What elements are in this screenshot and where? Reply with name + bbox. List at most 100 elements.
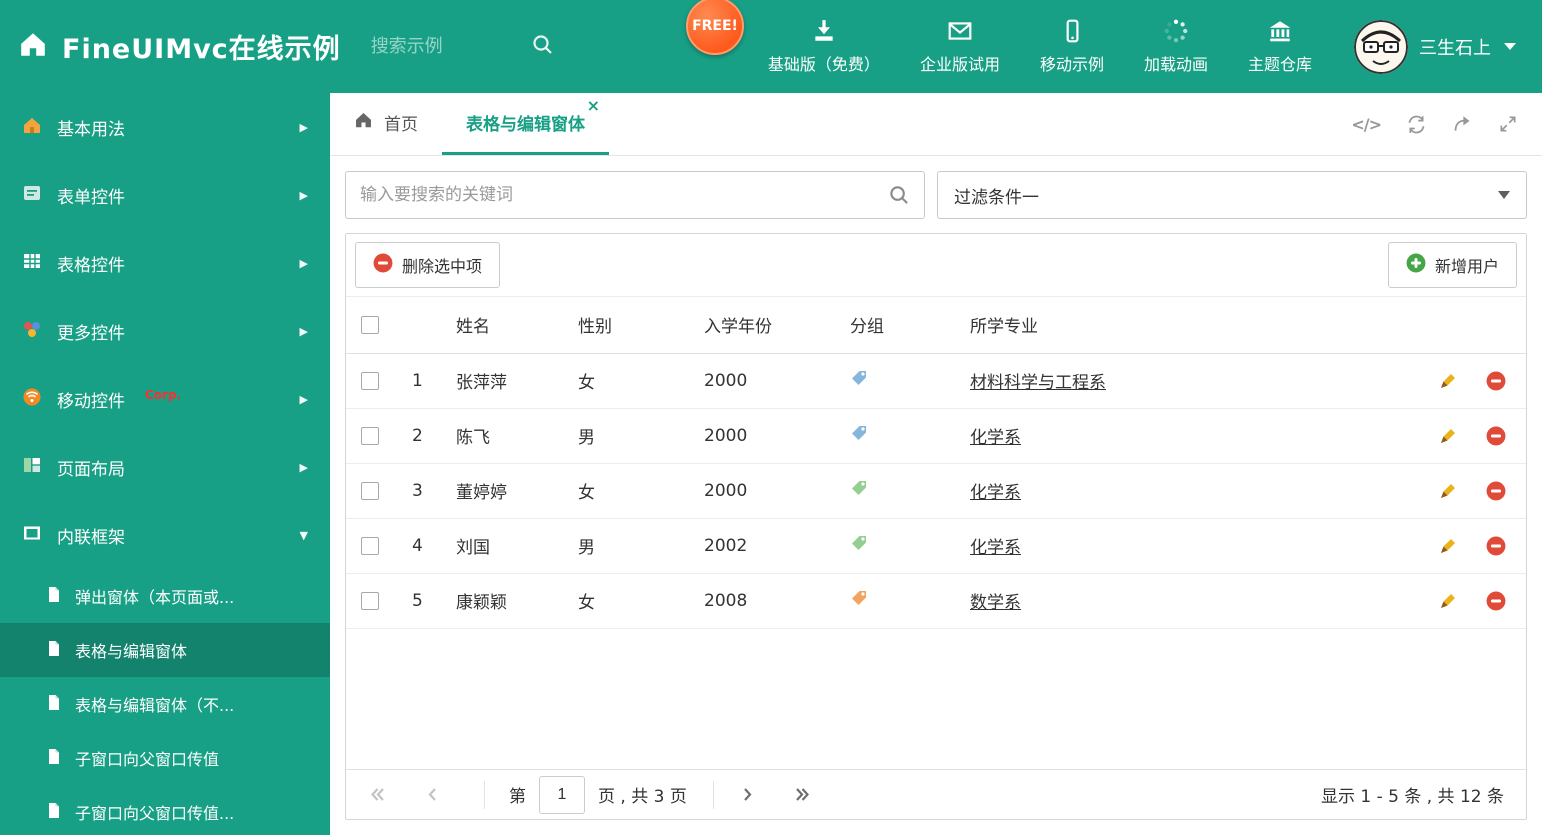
close-icon[interactable]: ×	[587, 98, 600, 114]
first-page-button[interactable]	[368, 785, 387, 804]
top-header: FineUIMvc在线示例 FREE! 基础版（免费） 企业版试用	[0, 0, 1542, 93]
row-checkbox[interactable]	[361, 371, 379, 390]
major-link[interactable]: 化学系	[970, 428, 1021, 448]
tag-icon	[850, 481, 868, 502]
search-icon[interactable]	[875, 184, 924, 207]
row-checkbox[interactable]	[361, 481, 379, 500]
chevron-right-icon: ▶	[299, 392, 308, 406]
row-name: 刘国	[442, 518, 564, 574]
sidebar: 基本用法 ▶ 表单控件 ▶ 表格控件 ▶ 更多控件 ▶ 移动控件 Corp. ▶…	[0, 93, 330, 835]
sidebar-subitem-child-to-parent[interactable]: 子窗口向父窗口传值	[0, 731, 330, 785]
sidebar-item-page-layout[interactable]: 页面布局 ▶	[0, 433, 330, 501]
sidebar-subitem-popup-window[interactable]: 弹出窗体（本页面或...	[0, 569, 330, 623]
row-year: 2000	[690, 463, 836, 519]
major-link[interactable]: 化学系	[970, 483, 1021, 503]
edit-pencil-icon[interactable]	[1438, 536, 1458, 556]
delete-row-icon[interactable]	[1486, 536, 1506, 556]
caret-down-icon	[1504, 43, 1516, 50]
column-header-actions	[1414, 297, 1526, 354]
edit-pencil-icon[interactable]	[1438, 426, 1458, 446]
nav-item-mobile-demo[interactable]: 移动示例	[1040, 18, 1104, 75]
search-icon[interactable]	[531, 33, 555, 61]
sidebar-item-grid-controls[interactable]: 表格控件 ▶	[0, 229, 330, 297]
sidebar-item-label: 页面布局	[57, 459, 125, 480]
select-all-checkbox[interactable]	[361, 315, 379, 334]
brand[interactable]: FineUIMvc在线示例	[0, 27, 341, 66]
filter-row: 过滤条件一	[345, 171, 1527, 219]
sidebar-item-form-controls[interactable]: 表单控件 ▶	[0, 161, 330, 229]
nav-label: 移动示例	[1039, 55, 1104, 74]
expand-icon[interactable]	[1498, 114, 1518, 134]
tab-home[interactable]: 首页	[330, 93, 442, 155]
filter-dropdown[interactable]: 过滤条件一	[937, 171, 1527, 219]
mobile-icon	[1059, 18, 1085, 44]
sidebar-item-basic-usage[interactable]: 基本用法 ▶	[0, 93, 330, 161]
sidebar-subitem-label: 子窗口向父窗口传值...	[75, 804, 235, 823]
avatar	[1354, 19, 1408, 74]
sidebar-item-label: 表单控件	[57, 187, 125, 208]
edit-pencil-icon[interactable]	[1438, 591, 1458, 611]
major-link[interactable]: 化学系	[970, 538, 1021, 558]
nav-item-enterprise-trial[interactable]: 企业版试用	[920, 18, 1000, 75]
row-year: 2008	[690, 573, 836, 629]
add-user-button[interactable]: 新增用户	[1387, 242, 1517, 288]
sidebar-subitem-grid-edit-window[interactable]: 表格与编辑窗体	[0, 623, 330, 677]
row-gender: 男	[564, 408, 690, 464]
last-page-button[interactable]	[793, 785, 812, 804]
sidebar-item-more-controls[interactable]: 更多控件 ▶	[0, 297, 330, 365]
tag-icon	[850, 536, 868, 557]
column-header-gender: 性别	[564, 297, 690, 354]
corp-badge: Corp.	[145, 388, 182, 402]
sidebar-item-mobile-controls[interactable]: 移动控件 Corp. ▶	[0, 365, 330, 433]
nav-item-basic-edition[interactable]: 基础版（免费）	[768, 18, 880, 75]
delete-row-icon[interactable]	[1486, 371, 1506, 391]
home-icon	[18, 30, 48, 64]
grid-panel: 删除选中项 新增用户 姓名 性别 入学年份 分组 所学专业 1 张萍萍 女 20…	[345, 233, 1527, 820]
refresh-icon[interactable]	[1406, 114, 1427, 135]
form-controls-icon	[22, 183, 42, 208]
sidebar-item-label: 移动控件	[57, 391, 125, 412]
prev-page-button[interactable]	[423, 785, 442, 804]
page-number-input[interactable]	[539, 775, 585, 814]
delete-row-icon[interactable]	[1486, 426, 1506, 446]
delete-selected-button[interactable]: 删除选中项	[355, 242, 501, 288]
users-table: 姓名 性别 入学年份 分组 所学专业 1 张萍萍 女 2000 材料科学与工程系…	[346, 297, 1526, 629]
row-year: 2000	[690, 353, 836, 409]
chevron-right-icon: ▶	[299, 120, 308, 134]
sidebar-subitem-grid-edit-window-2[interactable]: 表格与编辑窗体（不...	[0, 677, 330, 731]
nav-item-theme-store[interactable]: 主题仓库	[1248, 18, 1312, 75]
record-summary: 显示 1 - 5 条 , 共 12 条	[1320, 787, 1504, 807]
edit-pencil-icon[interactable]	[1438, 371, 1458, 391]
chevron-right-icon: ▶	[299, 188, 308, 202]
table-row: 3 董婷婷 女 2000 化学系	[346, 463, 1526, 519]
app-title: FineUIMvc在线示例	[62, 34, 341, 65]
major-link[interactable]: 材料科学与工程系	[970, 373, 1106, 393]
row-checkbox[interactable]	[361, 426, 379, 445]
edit-pencil-icon[interactable]	[1438, 481, 1458, 501]
filter-dropdown-value: 过滤条件一	[954, 187, 1039, 208]
share-icon[interactable]	[1452, 114, 1473, 135]
sidebar-item-iframe[interactable]: 内联框架 ▼	[0, 501, 330, 569]
tab-label: 首页	[384, 115, 418, 135]
user-menu[interactable]: 三生石上	[1354, 19, 1516, 74]
next-page-button[interactable]	[738, 785, 757, 804]
delete-selected-label: 删除选中项	[402, 259, 483, 276]
pager-separator	[712, 780, 714, 809]
tag-icon	[850, 591, 868, 612]
sidebar-subitem-child-to-parent-2[interactable]: 子窗口向父窗口传值...	[0, 785, 330, 835]
sidebar-item-label: 基本用法	[57, 119, 125, 140]
major-link[interactable]: 数学系	[970, 593, 1021, 613]
tab-bar: 首页 表格与编辑窗体 × </>	[330, 93, 1542, 156]
delete-row-icon[interactable]	[1486, 591, 1506, 611]
code-icon[interactable]: </>	[1351, 115, 1382, 134]
nav-item-loading-animations[interactable]: 加载动画	[1144, 18, 1208, 75]
row-checkbox[interactable]	[361, 536, 379, 555]
tab-grid-edit-window[interactable]: 表格与编辑窗体 ×	[442, 93, 609, 155]
pager-separator	[484, 780, 485, 809]
keyword-search-input[interactable]	[346, 185, 875, 205]
keyword-search	[345, 171, 925, 219]
page-suffix: 页 , 共 3 页	[598, 787, 687, 807]
row-checkbox[interactable]	[361, 591, 379, 610]
header-search-input[interactable]	[370, 36, 531, 57]
delete-row-icon[interactable]	[1486, 481, 1506, 501]
